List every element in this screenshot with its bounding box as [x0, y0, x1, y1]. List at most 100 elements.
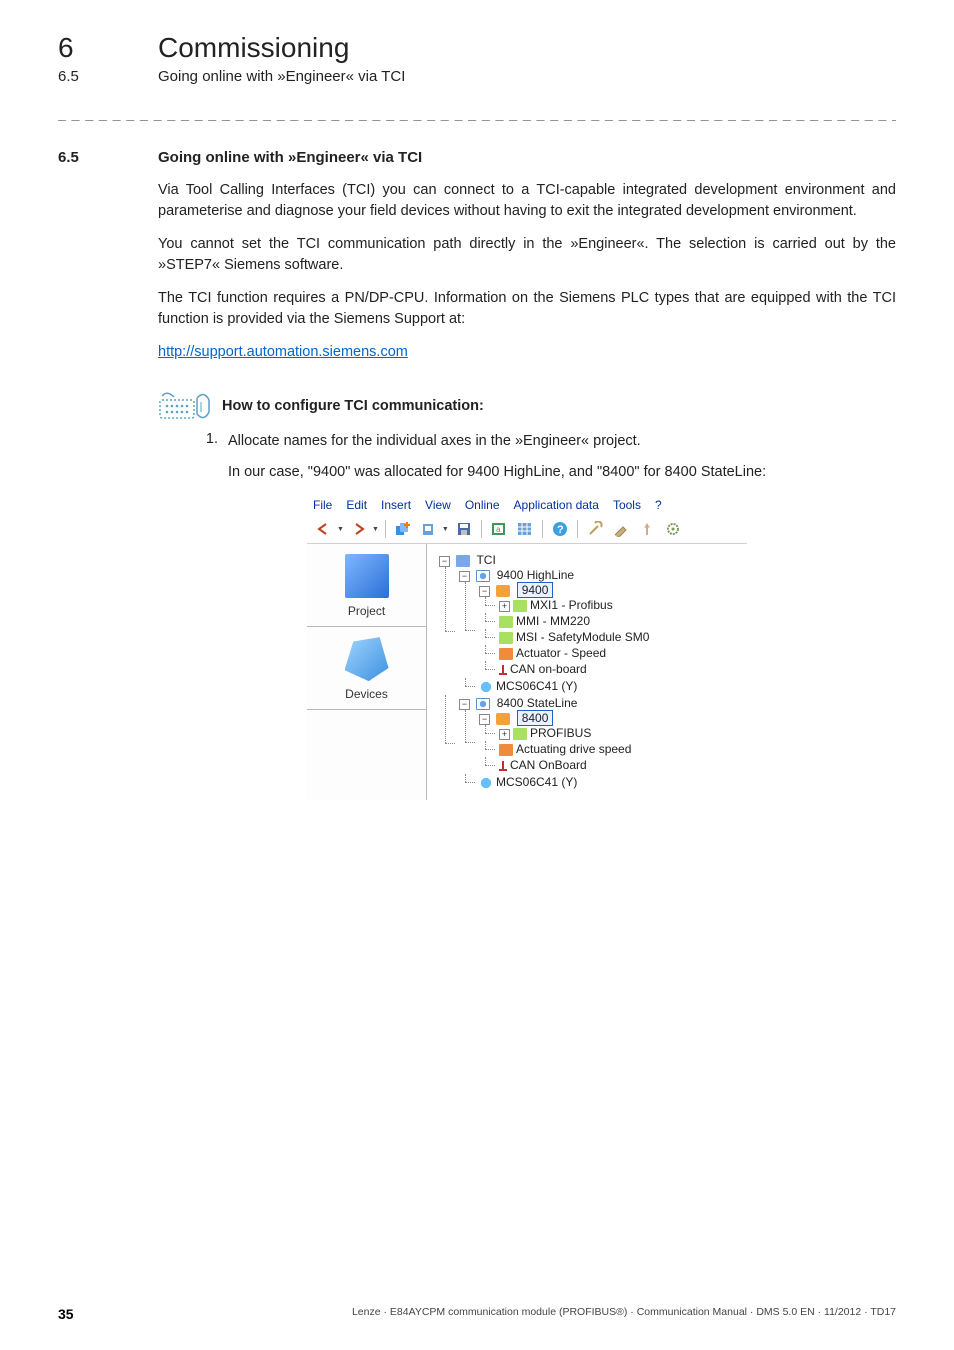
- menu-file[interactable]: File: [313, 498, 332, 512]
- can-icon: [499, 761, 507, 771]
- tree-label: MCS06C41 (Y): [496, 775, 577, 789]
- tree-label: MCS06C41 (Y): [496, 679, 577, 693]
- tree-label: MXI1 - Profibus: [530, 598, 613, 612]
- step-text: Allocate names for the individual axes i…: [228, 431, 896, 452]
- tree-node[interactable]: + PROFIBUS: [497, 725, 741, 741]
- module-icon: [513, 600, 527, 612]
- menu-edit[interactable]: Edit: [346, 498, 367, 512]
- tree-node[interactable]: + MXI1 - Profibus: [497, 597, 741, 613]
- tree-node[interactable]: MCS06C41 (Y): [477, 774, 741, 790]
- menu-help[interactable]: ?: [655, 498, 662, 512]
- step-subtext: In our case, "9400" was allocated for 94…: [228, 462, 896, 483]
- axis-icon: [496, 585, 510, 597]
- tree-node-9400[interactable]: − 9400 + MXI1 - Profibus MMI - MM220 MSI …: [477, 582, 741, 678]
- tree-node[interactable]: MCS06C41 (Y): [477, 678, 741, 694]
- engineer-screenshot: File Edit Insert View Online Application…: [307, 495, 747, 800]
- tree-label: MMI - MM220: [516, 614, 590, 628]
- tree-label: Actuating drive speed: [516, 742, 631, 756]
- tree-node[interactable]: − 8400 StateLine − 8400: [457, 695, 741, 791]
- toolbar: ▼ ▼ ▼ a ?: [307, 515, 747, 544]
- tree-node[interactable]: − 9400 HighLine − 9400: [457, 567, 741, 695]
- menubar: File Edit Insert View Online Application…: [307, 495, 747, 515]
- devices-icon: [345, 637, 389, 681]
- module-icon: [513, 728, 527, 740]
- collapse-icon[interactable]: −: [439, 556, 450, 567]
- dropdown-icon[interactable]: ▼: [337, 526, 344, 533]
- tree-node[interactable]: MMI - MM220: [497, 613, 741, 629]
- sidebar-item-project[interactable]: Project: [307, 544, 426, 627]
- tree-node-8400[interactable]: − 8400 + PROFIBUS Actuating drive speed C…: [477, 710, 741, 774]
- menu-online[interactable]: Online: [465, 498, 500, 512]
- chapter-title: Commissioning: [158, 32, 349, 64]
- folder-icon: [456, 555, 470, 567]
- header-subsection-number: 6.5: [58, 68, 118, 85]
- tree-label: Actuator - Speed: [516, 646, 606, 660]
- save-button[interactable]: [453, 519, 475, 539]
- device-button[interactable]: [418, 519, 440, 539]
- collapse-icon[interactable]: −: [479, 714, 490, 725]
- step-number: 1.: [198, 431, 218, 452]
- tree-node[interactable]: Actuating drive speed: [497, 741, 741, 757]
- tree-label: PROFIBUS: [530, 726, 591, 740]
- tree-label: MSI - SafetyModule SM0: [516, 630, 649, 644]
- project-tree: − TCI − 9400 HighLine: [427, 544, 747, 800]
- divider: _ _ _ _ _ _ _ _ _ _ _ _ _ _ _ _ _ _ _ _ …: [58, 105, 896, 121]
- menu-insert[interactable]: Insert: [381, 498, 411, 512]
- sheet-button[interactable]: a: [488, 519, 510, 539]
- tree-node[interactable]: CAN OnBoard: [497, 757, 741, 773]
- support-link[interactable]: http://support.automation.siemens.com: [158, 344, 408, 360]
- actuator-icon: [499, 744, 513, 756]
- tree-label-highlighted: 8400: [517, 710, 554, 726]
- howto-icon: [158, 391, 212, 421]
- can-icon: [499, 665, 507, 675]
- collapse-icon[interactable]: −: [459, 699, 470, 710]
- paragraph-3: The TCI function requires a PN/DP-CPU. I…: [158, 288, 896, 330]
- tree-node[interactable]: MSI - SafetyModule SM0: [497, 629, 741, 645]
- tree-label: CAN on-board: [510, 662, 587, 676]
- tool-icon-2[interactable]: [610, 519, 632, 539]
- device-icon: [476, 698, 490, 710]
- device-icon: [476, 570, 490, 582]
- motor-icon: [479, 681, 493, 693]
- dropdown-icon[interactable]: ▼: [372, 526, 379, 533]
- chapter-number: 6: [58, 32, 118, 64]
- back-button[interactable]: [313, 519, 335, 539]
- menu-application-data[interactable]: Application data: [514, 498, 599, 512]
- expand-icon[interactable]: +: [499, 601, 510, 612]
- forward-button[interactable]: [348, 519, 370, 539]
- help-button[interactable]: ?: [549, 519, 571, 539]
- new-device-button[interactable]: [392, 519, 414, 539]
- header-subsection-title: Going online with »Engineer« via TCI: [158, 68, 405, 85]
- tool-icon-4[interactable]: [662, 519, 684, 539]
- collapse-icon[interactable]: −: [479, 586, 490, 597]
- menu-tools[interactable]: Tools: [613, 498, 641, 512]
- svg-text:a: a: [496, 525, 501, 534]
- tree-node[interactable]: Actuator - Speed: [497, 645, 741, 661]
- module-icon: [499, 616, 513, 628]
- section-title: Going online with »Engineer« via TCI: [158, 149, 422, 166]
- module-icon: [499, 632, 513, 644]
- page-number: 35: [58, 1306, 74, 1322]
- grid-button[interactable]: [514, 519, 536, 539]
- paragraph-1: Via Tool Calling Interfaces (TCI) you ca…: [158, 180, 896, 222]
- tool-icon-3[interactable]: [636, 519, 658, 539]
- sidebar-item-devices[interactable]: Devices: [307, 627, 426, 710]
- dropdown-icon[interactable]: ▼: [442, 526, 449, 533]
- section-number: 6.5: [58, 149, 118, 166]
- footer-doc-info: Lenze · E84AYCPM communication module (P…: [352, 1306, 896, 1322]
- tree-label: 8400 StateLine: [497, 696, 578, 710]
- sidebar-label: Devices: [345, 687, 388, 701]
- svg-text:?: ?: [557, 524, 564, 536]
- project-icon: [345, 554, 389, 598]
- expand-icon[interactable]: +: [499, 729, 510, 740]
- sidebar-label: Project: [348, 604, 385, 618]
- tool-icon-1[interactable]: [584, 519, 606, 539]
- menu-view[interactable]: View: [425, 498, 451, 512]
- collapse-icon[interactable]: −: [459, 571, 470, 582]
- axis-icon: [496, 713, 510, 725]
- tree-node[interactable]: CAN on-board: [497, 661, 741, 677]
- tree-node-root[interactable]: − TCI − 9400 HighLine: [437, 552, 741, 792]
- tree-label-highlighted: 9400: [517, 582, 554, 598]
- actuator-icon: [499, 648, 513, 660]
- paragraph-2: You cannot set the TCI communication pat…: [158, 234, 896, 276]
